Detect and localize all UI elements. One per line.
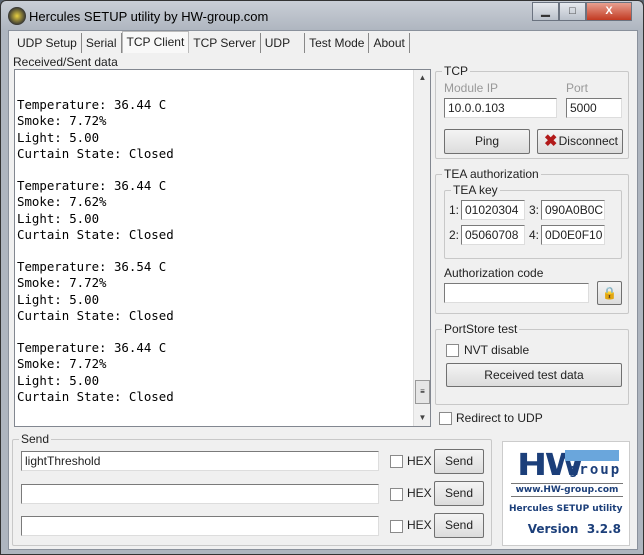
maximize-button[interactable]: □ <box>559 2 586 21</box>
vertical-scrollbar[interactable]: ▲ ≡ ▼ <box>413 70 430 426</box>
port-label: Port <box>566 81 589 95</box>
send-button-2[interactable]: Send <box>434 481 484 506</box>
hex-label-2: HEX <box>407 486 432 500</box>
portstore-group: PortStore test NVT disable Received test… <box>435 322 629 405</box>
received-text: Temperature: 36.44 C Smoke: 7.72% Light:… <box>17 97 174 404</box>
send-input-3[interactable] <box>21 516 379 536</box>
tab-bar: UDP Setup Serial TCP Client TCP Server U… <box>13 31 410 53</box>
received-test-data-button[interactable]: Received test data <box>446 363 622 387</box>
scroll-up-icon[interactable]: ▲ <box>414 70 430 86</box>
port-input[interactable]: 5000 <box>566 98 622 118</box>
hex-label-1: HEX <box>407 454 432 468</box>
key4-label: 4: <box>529 228 540 242</box>
hex-checkbox-1[interactable] <box>390 455 403 468</box>
logo-url: www.HW-group.com <box>511 483 623 497</box>
key1-label: 1: <box>449 203 460 217</box>
key4-input[interactable]: 0D0E0F10 <box>541 225 605 245</box>
received-label: Received/Sent data <box>13 55 118 69</box>
send-group: Send lightThreshold HEX Send HEX Send HE… <box>12 432 492 546</box>
lock-button[interactable]: 🔒 <box>597 281 622 305</box>
logo-product: Hercules SETUP utility <box>509 504 623 514</box>
hex-checkbox-3[interactable] <box>390 520 403 533</box>
scroll-down-icon[interactable]: ▼ <box>414 410 430 426</box>
module-ip-input[interactable]: 10.0.0.103 <box>444 98 557 118</box>
logo-group: group <box>569 462 622 478</box>
x-icon: ✖ <box>544 133 558 150</box>
send-button-3[interactable]: Send <box>434 513 484 538</box>
auth-code-input[interactable] <box>444 283 589 303</box>
disconnect-label: Disconnect <box>558 134 618 148</box>
minimize-button[interactable]: ▁ <box>532 2 559 21</box>
send-input-2[interactable] <box>21 484 379 504</box>
auth-code-label: Authorization code <box>444 266 544 280</box>
key3-label: 3: <box>529 203 540 217</box>
app-window: Hercules SETUP utility by HW-group.com ▁… <box>0 0 644 555</box>
hw-group-logo: HW group www.HW-group.com Hercules SETUP… <box>502 441 630 546</box>
tab-test-mode[interactable]: Test Mode <box>305 33 370 53</box>
tab-tcp-client[interactable]: TCP Client <box>121 31 190 53</box>
client-area: UDP Setup Serial TCP Client TCP Server U… <box>8 30 638 550</box>
tcp-group-label: TCP <box>442 64 470 78</box>
tab-udp-setup[interactable]: UDP Setup <box>13 33 82 53</box>
tea-group-label: TEA authorization <box>442 167 541 181</box>
tea-key-label: TEA key <box>451 183 500 197</box>
ping-button[interactable]: Ping <box>444 129 530 154</box>
nvt-disable-checkbox[interactable] <box>446 344 459 357</box>
tab-tcp-server[interactable]: TCP Server <box>189 33 261 53</box>
tcp-group: TCP Module IP 10.0.0.103 Port 5000 Ping … <box>435 64 629 159</box>
tab-serial[interactable]: Serial <box>82 33 122 53</box>
close-button[interactable]: X <box>586 2 632 21</box>
nvt-disable-label: NVT disable <box>464 343 530 357</box>
app-icon <box>8 7 26 25</box>
hex-label-3: HEX <box>407 518 432 532</box>
logo-bar <box>565 450 619 461</box>
lock-icon: 🔒 <box>602 286 617 300</box>
tab-udp[interactable]: UDP <box>261 33 306 53</box>
tea-group: TEA authorization TEA key 1: 01020304 3:… <box>435 167 629 314</box>
disconnect-button[interactable]: ✖ Disconnect <box>537 129 623 154</box>
tea-key-group: TEA key 1: 01020304 3: 090A0B0C 2: 05060… <box>444 183 622 259</box>
send-label: Send <box>19 432 52 446</box>
window-title: Hercules SETUP utility by HW-group.com <box>29 9 269 24</box>
tab-about[interactable]: About <box>369 33 410 53</box>
logo-version: Version 3.2.8 <box>527 522 621 536</box>
key3-input[interactable]: 090A0B0C <box>541 200 605 220</box>
portstore-label: PortStore test <box>442 322 520 336</box>
module-ip-label: Module IP <box>444 81 499 95</box>
send-button-1[interactable]: Send <box>434 449 484 474</box>
received-data-area[interactable]: Temperature: 36.44 C Smoke: 7.72% Light:… <box>14 69 431 427</box>
send-input-1[interactable]: lightThreshold <box>21 451 379 471</box>
scroll-thumb[interactable]: ≡ <box>415 380 430 404</box>
key1-input[interactable]: 01020304 <box>461 200 525 220</box>
redirect-udp-label: Redirect to UDP <box>456 411 543 425</box>
redirect-udp-checkbox[interactable] <box>439 412 452 425</box>
hex-checkbox-2[interactable] <box>390 488 403 501</box>
key2-label: 2: <box>449 228 460 242</box>
key2-input[interactable]: 05060708 <box>461 225 525 245</box>
